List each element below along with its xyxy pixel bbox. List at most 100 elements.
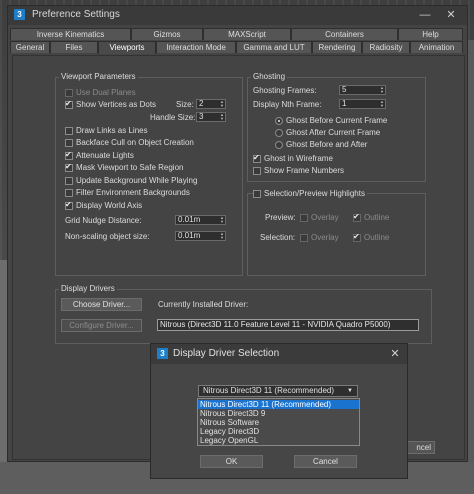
non-scaling-spinner[interactable]: 0.01m ▲ ▼ <box>175 231 226 241</box>
ghosting-frames-spinner[interactable]: 5 ▲ ▼ <box>339 85 386 95</box>
update-background-row[interactable]: Update Background While Playing <box>65 175 197 186</box>
preview-outline-row[interactable]: Outline <box>353 212 389 223</box>
driver-option[interactable]: Legacy Direct3D <box>198 427 359 436</box>
ghost-after-row[interactable]: Ghost After Current Frame <box>275 127 380 138</box>
spinner-arrows-icon[interactable]: ▲ ▼ <box>219 100 225 108</box>
attenuate-lights-label: Attenuate Lights <box>76 151 134 160</box>
preview-outline-checkbox[interactable] <box>353 212 361 222</box>
use-dual-planes-checkbox[interactable] <box>65 88 73 97</box>
selection-overlay-label: Overlay <box>311 233 339 242</box>
driver-select-value: Nitrous Direct3D 11 (Recommended) <box>203 386 335 395</box>
size-value: 2 <box>199 99 204 108</box>
spinner-arrows-icon[interactable]: ▲ ▼ <box>219 232 225 240</box>
choose-driver-button[interactable]: Choose Driver... <box>61 298 142 311</box>
close-button[interactable]: ✕ <box>438 6 464 25</box>
use-dual-planes-row[interactable]: Use Dual Planes <box>65 87 136 98</box>
minimize-button[interactable]: — <box>412 6 438 25</box>
ghost-before-row[interactable]: Ghost Before Current Frame <box>275 115 387 126</box>
tab-gamma-lut[interactable]: Gamma and LUT <box>236 41 312 53</box>
configure-driver-button[interactable]: Configure Driver... <box>61 319 142 332</box>
non-scaling-value: 0.01m <box>178 231 201 240</box>
preview-outline-label: Outline <box>364 213 390 222</box>
ghost-after-radio[interactable] <box>275 128 283 137</box>
mask-viewport-checkbox[interactable] <box>65 162 73 172</box>
tab-files[interactable]: Files <box>50 41 98 53</box>
selection-outline-label: Outline <box>364 233 390 242</box>
update-background-label: Update Background While Playing <box>76 176 198 185</box>
selection-outline-row[interactable]: Outline <box>353 232 389 243</box>
handle-size-spinner[interactable]: 3 ▲ ▼ <box>196 112 226 122</box>
selection-overlay-checkbox[interactable] <box>300 233 308 242</box>
spinner-arrows-icon[interactable]: ▲ ▼ <box>219 216 225 224</box>
display-world-axis-row[interactable]: Display World Axis <box>65 200 142 211</box>
preview-label: Preview: <box>265 213 296 222</box>
preview-overlay-label: Overlay <box>311 213 339 222</box>
display-world-axis-label: Display World Axis <box>76 201 143 210</box>
mask-viewport-row[interactable]: Mask Viewport to Safe Region <box>65 162 183 173</box>
preview-overlay-row[interactable]: Overlay <box>300 212 339 223</box>
preview-overlay-checkbox[interactable] <box>300 213 308 222</box>
ghost-before-after-row[interactable]: Ghost Before and After <box>275 139 367 150</box>
attenuate-lights-row[interactable]: Attenuate Lights <box>65 150 134 161</box>
tab-rendering[interactable]: Rendering <box>312 41 362 53</box>
chevron-down-icon[interactable]: ▼ <box>347 386 353 396</box>
tab-viewports[interactable]: Viewports <box>98 41 156 54</box>
update-background-checkbox[interactable] <box>65 176 73 185</box>
ghost-before-after-radio[interactable] <box>275 140 283 149</box>
size-spinner[interactable]: 2 ▲ ▼ <box>196 99 226 109</box>
tab-maxscript[interactable]: MAXScript <box>203 28 291 40</box>
tab-row-top: Inverse Kinematics Gizmos MAXScript Cont… <box>8 28 467 41</box>
tab-gizmos[interactable]: Gizmos <box>131 28 203 40</box>
backface-cull-row[interactable]: Backface Cull on Object Creation <box>65 137 194 148</box>
driver-option[interactable]: Nitrous Software <box>198 418 359 427</box>
show-vertices-row[interactable]: Show Vertices as Dots <box>65 99 156 110</box>
show-frame-numbers-row[interactable]: Show Frame Numbers <box>253 165 344 176</box>
show-frame-numbers-label: Show Frame Numbers <box>264 166 345 175</box>
window-titlebar[interactable]: 3 Preference Settings — ✕ <box>8 6 467 25</box>
app-logo-icon: 3 <box>14 9 25 20</box>
tab-help[interactable]: Help <box>398 28 463 40</box>
ghost-wireframe-checkbox[interactable] <box>253 153 261 163</box>
dialog-titlebar[interactable]: 3 Display Driver Selection ✕ <box>151 344 407 364</box>
dialog-ok-button[interactable]: OK <box>200 455 263 468</box>
tab-animation[interactable]: Animation <box>410 41 463 53</box>
driver-option[interactable]: Nitrous Direct3D 9 <box>198 409 359 418</box>
display-world-axis-checkbox[interactable] <box>65 200 73 210</box>
tab-containers[interactable]: Containers <box>291 28 398 40</box>
selection-preview-checkbox[interactable] <box>253 189 261 198</box>
ghost-before-label: Ghost Before Current Frame <box>286 116 388 125</box>
filter-env-row[interactable]: Filter Environment Backgrounds <box>65 187 190 198</box>
selection-outline-checkbox[interactable] <box>353 232 361 242</box>
spinner-arrows-icon[interactable]: ▲ ▼ <box>379 100 385 108</box>
driver-select[interactable]: Nitrous Direct3D 11 (Recommended) ▼ <box>198 385 358 397</box>
filter-env-checkbox[interactable] <box>65 188 73 197</box>
tab-inverse-kinematics[interactable]: Inverse Kinematics <box>10 28 131 40</box>
tab-radiosity[interactable]: Radiosity <box>362 41 410 53</box>
dialog-close-button[interactable]: ✕ <box>387 346 403 362</box>
ghost-before-radio[interactable] <box>275 116 283 125</box>
show-frame-numbers-checkbox[interactable] <box>253 166 261 175</box>
tab-row-bottom: General Files Viewports Interaction Mode… <box>8 41 467 54</box>
spinner-arrows-icon[interactable]: ▲ ▼ <box>219 113 225 121</box>
spinner-arrows-icon[interactable]: ▲ ▼ <box>379 86 385 94</box>
driver-option[interactable]: Nitrous Direct3D 11 (Recommended) <box>198 400 359 409</box>
tab-interaction-mode[interactable]: Interaction Mode <box>156 41 236 53</box>
tab-general[interactable]: General <box>10 41 50 53</box>
backface-cull-checkbox[interactable] <box>65 138 73 147</box>
use-dual-planes-label: Use Dual Planes <box>76 88 136 97</box>
draw-links-checkbox[interactable] <box>65 126 73 135</box>
display-nth-spinner[interactable]: 1 ▲ ▼ <box>339 99 386 109</box>
display-driver-selection-dialog: 3 Display Driver Selection ✕ Nitrous Dir… <box>150 343 408 479</box>
installed-driver-label: Currently Installed Driver: <box>158 300 249 309</box>
grid-nudge-spinner[interactable]: 0.01m ▲ ▼ <box>175 215 226 225</box>
attenuate-lights-checkbox[interactable] <box>65 150 73 160</box>
driver-option[interactable]: Legacy OpenGL <box>198 436 359 445</box>
ghost-wireframe-row[interactable]: Ghost in Wireframe <box>253 153 333 164</box>
draw-links-row[interactable]: Draw Links as Lines <box>65 125 148 136</box>
dialog-cancel-button[interactable]: Cancel <box>294 455 357 468</box>
display-nth-value: 1 <box>342 99 347 108</box>
selection-overlay-row[interactable]: Overlay <box>300 232 339 243</box>
show-vertices-checkbox[interactable] <box>65 99 73 109</box>
selection-preview-header[interactable]: Selection/Preview Highlights <box>253 188 367 199</box>
selection-preview-label: Selection/Preview Highlights <box>264 189 365 198</box>
